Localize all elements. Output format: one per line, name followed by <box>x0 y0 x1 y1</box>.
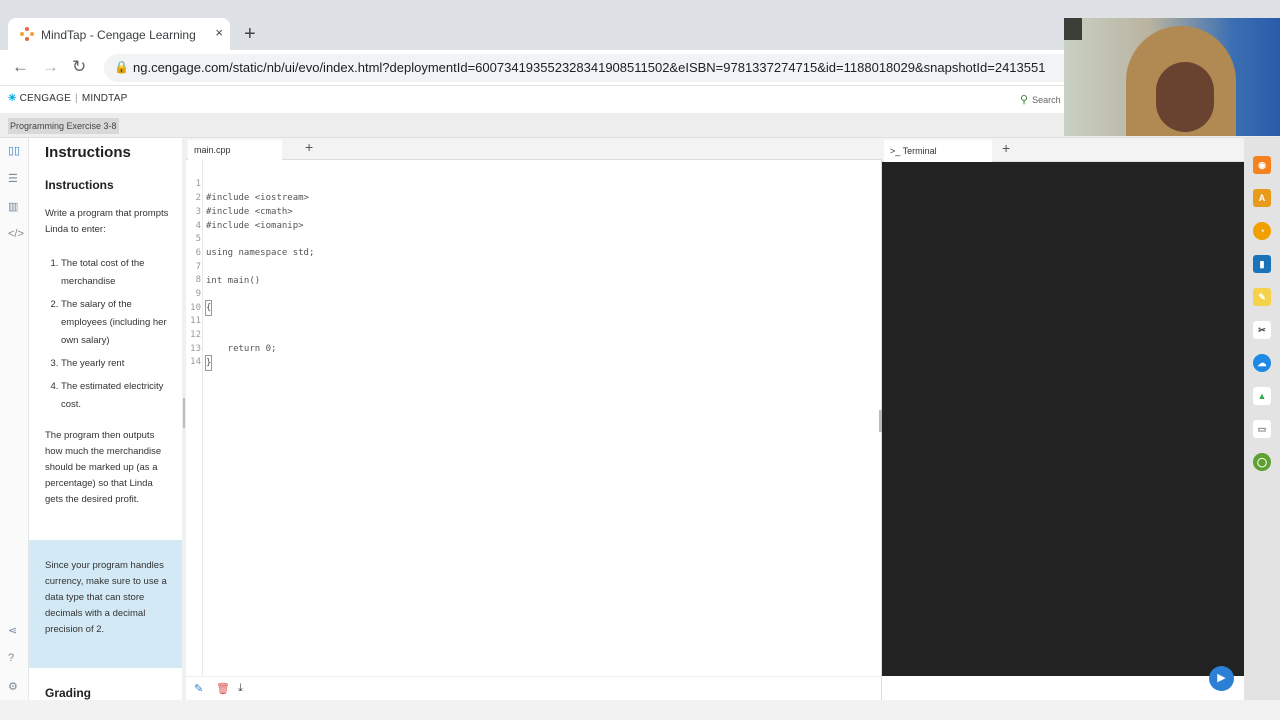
brand-cengage: CENGAGE <box>19 93 72 104</box>
left-icon-rail: ▯▯ ☰ ▥ </> ⋖ ? ⚙ <box>0 138 29 700</box>
run-play-icon[interactable]: ▶ <box>1209 666 1234 691</box>
editor-tab-bar: main.cpp + <box>186 138 882 160</box>
code-line: 11 <box>186 300 876 326</box>
instructions-panel: Instructions Instructions Write a progra… <box>29 138 182 700</box>
browser-tab[interactable]: MindTap - Cengage Learning × <box>8 18 230 50</box>
code-line: 9 { <box>186 273 876 316</box>
terminal-tab-bar: >_ Terminal + <box>882 138 1244 162</box>
terminal-prompt-icon: >_ <box>890 146 901 156</box>
code-editor[interactable]: 1 #include <iostream> 2 #include <cmath>… <box>186 160 882 676</box>
note-text: Since your program handles currency, mak… <box>45 560 167 635</box>
cloud-icon[interactable]: ☁ <box>1253 354 1271 372</box>
note-box: Since your program handles currency, mak… <box>29 540 182 668</box>
grading-heading: Grading <box>45 686 92 700</box>
lock-icon: 🔒 <box>114 60 129 74</box>
search-button[interactable]: ⚲ Search <box>1020 93 1061 106</box>
code-icon[interactable]: </> <box>8 228 24 240</box>
panel-title: Instructions <box>45 144 131 161</box>
list-item: The total cost of the merchandise <box>61 255 173 291</box>
outro-text: The program then outputs how much the me… <box>45 430 162 505</box>
tab-main-cpp[interactable]: main.cpp <box>188 140 282 160</box>
chart-icon[interactable]: ▥ <box>8 200 18 213</box>
add-terminal-button[interactable]: + <box>1002 140 1010 156</box>
line-number: 14 <box>190 357 201 367</box>
close-tab-icon[interactable]: × <box>215 25 223 40</box>
cengage-sun-icon: ✳ <box>8 93 17 104</box>
search-icon: ⚲ <box>1020 94 1029 106</box>
trash-icon[interactable]: 🗑 <box>216 682 230 695</box>
tab-terminal[interactable]: >_ Terminal <box>884 140 992 162</box>
drive-icon[interactable]: ▲ <box>1253 387 1271 405</box>
intro-text: Write a program that prompts Linda to en… <box>45 208 169 235</box>
editor-footer: ✎ 🗑 ⤓ <box>186 676 882 700</box>
code-line: 1 #include <iostream> <box>186 163 876 203</box>
code-line: 12 return 0; <box>186 314 876 354</box>
search-label: Search <box>1032 95 1061 105</box>
requirements-list: The total cost of the merchandise The sa… <box>45 255 173 419</box>
rss-icon[interactable]: ◉ <box>1253 156 1271 174</box>
code-line: 7 int main() <box>186 246 876 286</box>
book-app-icon[interactable]: ▮ <box>1253 255 1271 273</box>
terminal-output[interactable] <box>882 162 1244 676</box>
back-arrow-icon[interactable]: ← <box>12 57 29 77</box>
code-line: 14 <box>186 341 876 367</box>
list-item: The yearly rent <box>61 355 173 373</box>
bottom-strip <box>0 700 1280 720</box>
url-text: ng.cengage.com/static/nb/ui/evo/index.ht… <box>133 60 1046 75</box>
document-icon[interactable]: ▭ <box>1253 420 1271 438</box>
terminal-tab-label: Terminal <box>902 146 937 156</box>
pencil-icon[interactable]: ✎ <box>194 682 203 695</box>
breadcrumb: Programming Exercise 3-8 <box>8 118 119 134</box>
terminal-footer <box>882 676 1244 700</box>
code-line: 3 #include <iomanip> <box>186 191 876 231</box>
reload-icon[interactable]: ↻ <box>72 57 86 77</box>
forward-arrow-icon[interactable]: → <box>42 57 59 77</box>
new-tab-button[interactable]: + <box>244 24 256 44</box>
code-line: 2 #include <cmath> <box>186 177 876 217</box>
share-icon[interactable]: ⋖ <box>8 624 17 637</box>
list-item: The estimated electricity cost. <box>61 378 173 414</box>
code-line: 10 <box>186 287 876 313</box>
add-file-button[interactable]: + <box>305 139 313 155</box>
settings-gear-icon[interactable]: ⚙ <box>8 680 18 693</box>
extension-sidebar: ◉ A ◔ ▮ ✎ ✂ ☁ ▲ ▭ ◯ <box>1244 138 1280 700</box>
list-icon[interactable]: ☰ <box>8 172 18 185</box>
tool-icon[interactable]: ✂ <box>1253 321 1271 339</box>
webcam-overlay <box>1064 18 1280 136</box>
code-line: 4 <box>186 205 876 231</box>
list-item: The salary of the employees (including h… <box>61 296 173 350</box>
notes-icon[interactable]: ✎ <box>1253 288 1271 306</box>
code-line: 5 using namespace std; <box>186 218 876 258</box>
clock-icon[interactable]: ◔ <box>1253 222 1271 240</box>
tab-title: MindTap - Cengage Learning <box>41 28 196 42</box>
brand-mindtap: MINDTAP <box>81 93 128 104</box>
dictionary-icon[interactable]: A <box>1253 189 1271 207</box>
cengage-logo[interactable]: ✳ CENGAGE | MINDTAP <box>8 93 128 104</box>
circle-app-icon[interactable]: ◯ <box>1253 453 1271 471</box>
mindtap-favicon-icon <box>20 27 34 41</box>
section-title: Instructions <box>45 178 114 192</box>
code-line: 13 } <box>186 328 876 371</box>
help-icon[interactable]: ? <box>8 652 14 664</box>
book-icon[interactable]: ▯▯ <box>8 144 20 157</box>
code-line: 6 <box>186 232 876 258</box>
download-icon[interactable]: ⤓ <box>238 682 243 695</box>
code-line: 8 <box>186 259 876 285</box>
